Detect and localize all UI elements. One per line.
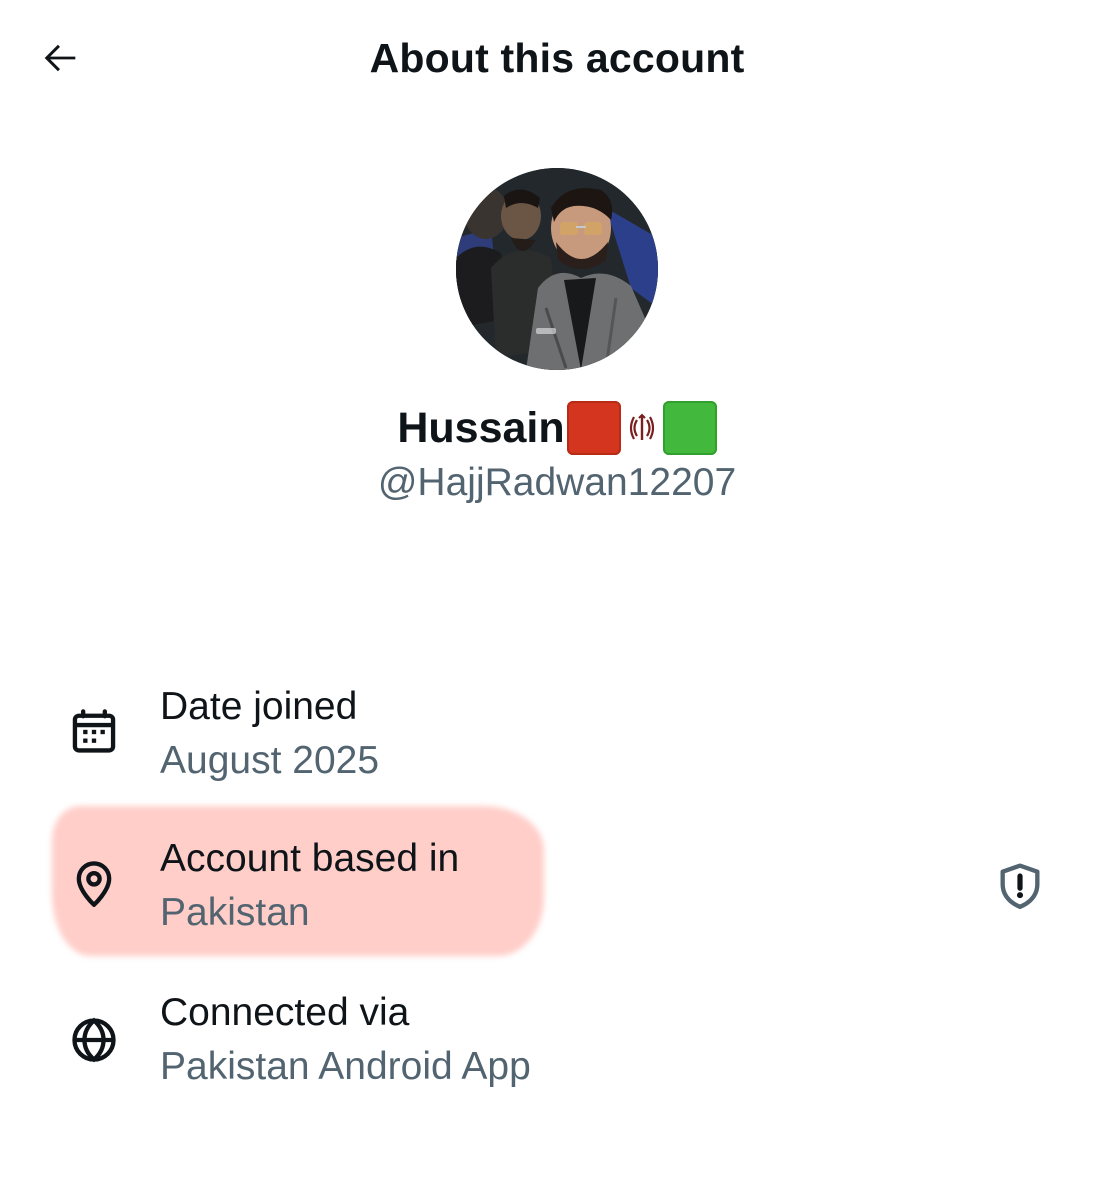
- iran-emblem-emoji: [625, 411, 659, 445]
- info-row-date-joined: Date joined August 2025: [0, 680, 1114, 790]
- connected-via-value: Pakistan Android App: [160, 1045, 531, 1088]
- location-pin-icon: [66, 856, 122, 912]
- red-square-emoji: [566, 401, 621, 455]
- calendar-icon: [66, 704, 122, 760]
- profile-photo: [456, 168, 658, 370]
- date-joined-label: Date joined: [160, 685, 358, 728]
- green-square-emoji: [662, 401, 717, 455]
- info-row-connected-via: Connected via Pakistan Android App: [0, 988, 1114, 1098]
- date-joined-value: August 2025: [160, 739, 380, 782]
- account-based-in-value: Pakistan: [160, 891, 310, 934]
- header-bar: About this account: [0, 0, 1114, 116]
- connected-via-label: Connected via: [160, 991, 410, 1034]
- account-based-in-label: Account based in: [160, 837, 460, 880]
- shield-alert-icon: [1000, 863, 1040, 909]
- page-title: About this account: [369, 35, 745, 81]
- shield-alert-button[interactable]: [992, 858, 1048, 914]
- avatar[interactable]: [456, 168, 658, 370]
- username-handle: @HajjRadwan12207: [377, 461, 737, 504]
- display-name-row: Hussain: [0, 400, 1114, 456]
- info-row-account-based-in: Account based in Pakistan: [0, 834, 1114, 944]
- display-name: Hussain: [397, 404, 565, 452]
- globe-icon: [66, 1012, 122, 1068]
